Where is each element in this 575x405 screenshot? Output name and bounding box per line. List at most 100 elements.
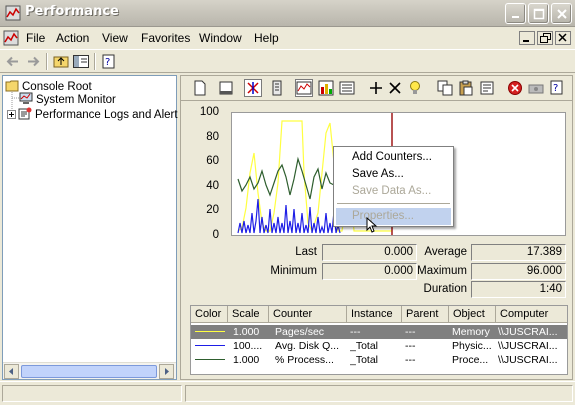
menu-file[interactable]: File (26, 31, 45, 45)
properties-icon[interactable] (478, 79, 496, 97)
svg-text:?: ? (553, 83, 558, 94)
computer-cell: \\JUSCRAI... (498, 340, 558, 352)
scroll-left-button[interactable] (4, 364, 19, 379)
freeze-display-icon[interactable] (506, 79, 524, 97)
copy-properties-icon[interactable] (436, 79, 454, 97)
mdi-minimize-button[interactable] (519, 31, 535, 45)
view-graph-button[interactable] (295, 79, 313, 97)
minimum-value: 0.000 (322, 263, 417, 280)
view-log-data-icon[interactable] (269, 79, 287, 97)
menu-item-add-counters[interactable]: Add Counters... (336, 149, 451, 166)
title-bar: Performance (0, 0, 575, 27)
view-histogram-icon[interactable] (317, 79, 335, 97)
column-header-scale[interactable]: Scale (228, 306, 269, 323)
object-cell: Physic... (452, 340, 492, 352)
menu-separator (337, 203, 450, 204)
restore-icon (540, 33, 551, 43)
mdi-window-icon[interactable] (3, 30, 19, 46)
tree-horizontal-scrollbar[interactable] (3, 362, 176, 379)
clear-display-icon[interactable] (217, 79, 235, 97)
duration-value: 1:40 (471, 281, 566, 298)
tree-item-system-monitor[interactable]: System Monitor (19, 92, 116, 108)
up-folder-icon[interactable] (52, 53, 70, 70)
system-monitor-toolbar: ? (181, 76, 572, 101)
update-data-icon[interactable] (527, 79, 545, 97)
add-counter-icon[interactable] (367, 79, 385, 97)
column-header-object[interactable]: Object (449, 306, 496, 323)
column-header-computer[interactable]: Computer (496, 306, 567, 323)
counter-cell: Avg. Disk Q... (275, 340, 339, 352)
menu-view[interactable]: View (102, 31, 128, 45)
last-label: Last (295, 246, 317, 258)
minimize-button[interactable] (505, 3, 526, 24)
y-tick-label: 20 (206, 204, 219, 216)
scroll-right-button[interactable] (159, 364, 174, 379)
minimum-label: Minimum (270, 265, 317, 277)
color-swatch (195, 331, 225, 332)
close-button[interactable] (551, 3, 572, 24)
column-header-instance[interactable]: Instance (347, 306, 402, 323)
column-header-counter[interactable]: Counter (269, 306, 347, 323)
y-tick-label: 80 (206, 131, 219, 143)
minimize-icon (512, 16, 519, 18)
menu-item-save-as[interactable]: Save As... (336, 166, 451, 183)
column-header-parent[interactable]: Parent (402, 306, 449, 323)
menu-favorites[interactable]: Favorites (141, 31, 190, 45)
expand-plus-icon[interactable] (7, 110, 16, 119)
computer-cell: \\JUSCRAI... (498, 326, 558, 338)
close-icon (558, 33, 567, 42)
last-value: 0.000 (322, 244, 417, 261)
maximum-label: Maximum (417, 265, 467, 277)
highlight-icon[interactable] (406, 79, 424, 97)
processor-time-line (237, 156, 343, 200)
paste-counter-list-icon[interactable] (457, 79, 475, 97)
console-tree[interactable]: Console Root System Monitor Performance … (2, 75, 178, 380)
arrow-right-icon (165, 368, 169, 375)
y-tick-label: 0 (212, 229, 219, 241)
mdi-close-button[interactable] (555, 31, 571, 45)
show-hide-tree-icon[interactable] (72, 53, 90, 70)
table-row[interactable]: 1.000 Pages/sec --- --- Memory \\JUSCRAI… (191, 325, 567, 339)
window-title: Performance (25, 4, 119, 19)
scrollbar-thumb[interactable] (21, 365, 157, 378)
svg-text:?: ? (105, 57, 110, 68)
table-row[interactable]: 100.... Avg. Disk Q... _Total --- Physic… (191, 339, 567, 353)
current-activity-icon (247, 82, 259, 94)
minimize-icon (523, 40, 529, 42)
computer-cell: \\JUSCRAI... (498, 354, 558, 366)
arrow-left-icon (9, 368, 13, 375)
average-label: Average (424, 246, 467, 258)
mdi-restore-button[interactable] (537, 31, 553, 45)
back-icon[interactable] (4, 53, 22, 70)
menu-item-properties[interactable]: Properties... (336, 208, 451, 225)
maximize-button[interactable] (528, 3, 549, 24)
help-topics-icon[interactable]: ? (100, 53, 118, 70)
forward-icon[interactable] (24, 53, 42, 70)
status-pane (185, 385, 573, 402)
table-row[interactable]: 1.000 % Process... _Total --- Proce... \… (191, 353, 567, 367)
menu-help[interactable]: Help (254, 31, 279, 45)
scale-cell: 1.000 (233, 354, 260, 366)
counter-cell: % Process... (275, 354, 334, 366)
counter-list[interactable]: Color Scale Counter Instance Parent Obje… (190, 305, 568, 375)
object-cell: Memory (452, 326, 490, 338)
view-report-icon[interactable] (338, 79, 356, 97)
color-swatch (195, 345, 225, 346)
y-tick-label: 60 (206, 155, 219, 167)
delete-counter-icon[interactable] (386, 79, 404, 97)
menu-action[interactable]: Action (56, 31, 89, 45)
performance-app-icon (5, 5, 21, 21)
column-header-color[interactable]: Color (191, 306, 228, 323)
help-icon[interactable]: ? (548, 79, 566, 97)
context-menu: Add Counters... Save As... Save Data As.… (333, 146, 454, 233)
close-icon (557, 9, 567, 19)
y-tick-label: 40 (206, 180, 219, 192)
new-counter-set-icon[interactable] (191, 79, 209, 97)
menu-window[interactable]: Window (199, 31, 242, 45)
parent-cell: --- (405, 340, 416, 352)
duration-label: Duration (423, 283, 467, 295)
color-swatch (195, 359, 225, 360)
tree-item-performance-logs[interactable]: Performance Logs and Alert (7, 107, 178, 123)
folder-icon (5, 80, 19, 92)
view-current-activity-button[interactable] (244, 79, 262, 97)
